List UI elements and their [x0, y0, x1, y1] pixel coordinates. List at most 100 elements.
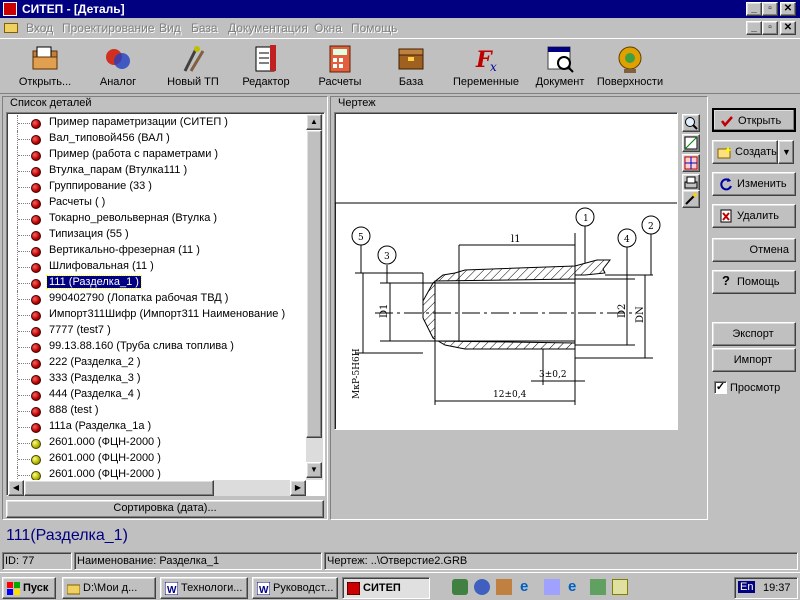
task-explorer[interactable]: D:\Мои д... [62, 577, 156, 599]
toolbar-calc-button[interactable]: Расчеты [310, 43, 370, 93]
list-item[interactable]: 2601.000 (ФЦН-2000 ) [7, 435, 307, 451]
export-button[interactable]: Экспорт [712, 322, 796, 346]
list-item[interactable]: 222 (Разделка_2 ) [7, 355, 307, 371]
parts-list-hscrollbar[interactable]: ◀ ▶ [8, 480, 306, 496]
balloon-3: 3 [384, 252, 390, 262]
menu-item-pomosch[interactable]: Помощь [351, 21, 397, 35]
menu-item-vhod[interactable]: Вход [26, 21, 53, 35]
list-item[interactable]: 444 (Разделка_4 ) [7, 387, 307, 403]
list-item[interactable]: 888 (test ) [7, 403, 307, 419]
quicklaunch-icon-3[interactable] [496, 579, 512, 595]
ie-icon[interactable]: e [520, 579, 536, 595]
quicklaunch-icon-8[interactable] [612, 579, 628, 595]
zoom-tool-button[interactable] [682, 114, 700, 132]
list-item[interactable]: Импорт311Шифр (Импорт311 Наименование ) [7, 307, 307, 323]
parts-list[interactable]: Пример параметризации (СИТЕП ) Вал_типово… [6, 112, 325, 496]
toolbar-analog-button[interactable]: Аналог [88, 43, 148, 93]
new-tp-icon [177, 43, 209, 75]
toolbar-vars-button[interactable]: Fx Переменные [448, 43, 524, 93]
view-tool-button[interactable] [682, 134, 700, 152]
list-item[interactable]: Токарно_револьверная (Втулка ) [7, 211, 307, 227]
list-item[interactable]: Типизация (55 ) [7, 227, 307, 243]
list-item[interactable]: Пример (работа с параметрами ) [7, 147, 307, 163]
cancel-button[interactable]: Отмена [712, 238, 796, 262]
create-dropdown-button[interactable]: ▼ [778, 140, 794, 164]
list-item-label: 2601.000 (ФЦН-2000 ) [49, 452, 161, 464]
grid-tool-button[interactable] [682, 154, 700, 172]
hscroll-thumb[interactable] [24, 480, 214, 496]
status-dot-icon [31, 247, 41, 257]
task-word-guide[interactable]: W Руководст... [252, 577, 338, 599]
scroll-up-button[interactable]: ▲ [306, 114, 322, 130]
child-minimize-button[interactable]: _ [746, 21, 762, 35]
word-doc-icon: W [257, 582, 270, 595]
status-dot-icon [31, 407, 41, 417]
list-item-label: Втулка_парам (Втулка111 ) [49, 164, 188, 176]
menu-item-baza[interactable]: База [191, 21, 218, 35]
menu-item-proektirovanie[interactable]: Проектирование [62, 21, 155, 35]
task-word-tech[interactable]: W Технологи... [160, 577, 248, 599]
tree-connector [17, 115, 31, 131]
maximize-button[interactable]: ▫ [762, 2, 778, 16]
toolbar-db-button[interactable]: База [386, 43, 436, 93]
drawing-canvas[interactable]: 5 3 1 4 2 l1 D1 D2 DN MкP-5H6H 12±0,4 3±… [334, 112, 678, 430]
toolbar-new-tp-button[interactable]: Новый ТП [160, 43, 226, 93]
dim-l1: l1 [511, 234, 521, 245]
quicklaunch-icon-5[interactable] [544, 579, 560, 595]
language-indicator[interactable]: En [738, 581, 756, 593]
list-item-label: 2601.000 (ФЦН-2000 ) [49, 436, 161, 448]
child-restore-button[interactable]: ▫ [762, 21, 778, 35]
scroll-thumb[interactable] [306, 130, 322, 438]
list-item[interactable]: Вертикально-фрезерная (11 ) [7, 243, 307, 259]
delete-button[interactable]: Удалить [712, 204, 796, 228]
import-button[interactable]: Импорт [712, 348, 796, 372]
refresh-icon [720, 178, 732, 191]
help-button[interactable]: ? Помощь [712, 270, 796, 294]
menu-item-vid[interactable]: Вид [159, 21, 181, 35]
toolbar-open-button[interactable]: Открыть... [10, 43, 80, 93]
sort-button[interactable]: Сортировка (дата)... [6, 500, 324, 518]
menu-item-okna[interactable]: Окна [314, 21, 342, 35]
toolbar-editor-button[interactable]: Редактор [236, 43, 296, 93]
edit-button[interactable]: Изменить [712, 172, 796, 196]
list-item[interactable]: Расчеты ( ) [7, 195, 307, 211]
list-item[interactable]: 990402790 (Лопатка рабочая ТВД ) [7, 291, 307, 307]
list-item[interactable]: Вал_типовой456 (ВАЛ ) [7, 131, 307, 147]
task-sitep[interactable]: СИТЕП [342, 577, 430, 599]
wand-tool-button[interactable] [682, 190, 700, 208]
scroll-left-button[interactable]: ◀ [8, 480, 24, 496]
quicklaunch-icon-1[interactable] [452, 579, 468, 595]
list-item[interactable]: 2601.000 (ФЦН-2000 ) [7, 451, 307, 467]
minimize-button[interactable]: _ [746, 2, 762, 16]
toolbar-surfaces-button[interactable]: Поверхности [594, 43, 666, 93]
tree-connector [17, 371, 31, 387]
menu-item-dokumentaciya[interactable]: Документация [228, 21, 308, 35]
status-dot-icon [31, 263, 41, 273]
list-item[interactable]: 7777 (test7 ) [7, 323, 307, 339]
toolbar-doc-button[interactable]: Документ [528, 43, 592, 93]
parts-list-vscrollbar[interactable]: ▲ ▼ [306, 114, 323, 480]
close-button[interactable]: ✕ [780, 2, 796, 16]
ie-icon-2[interactable]: e [568, 579, 584, 595]
start-button[interactable]: Пуск [2, 577, 56, 599]
list-item[interactable]: Втулка_парам (Втулка111 ) [7, 163, 307, 179]
create-button[interactable]: Создать [712, 140, 778, 164]
quicklaunch-icon-7[interactable] [590, 579, 606, 595]
app-icon[interactable] [3, 2, 17, 16]
list-item[interactable]: 99.13.88.160 (Труба слива топлива ) [7, 339, 307, 355]
child-close-button[interactable]: ✕ [780, 21, 796, 35]
list-item[interactable]: Группирование (33 ) [7, 179, 307, 195]
scroll-right-button[interactable]: ▶ [290, 480, 306, 496]
open-button[interactable]: Открыть [712, 108, 796, 132]
preview-checkbox[interactable]: ✓ [714, 381, 727, 394]
list-item[interactable]: Пример параметризации (СИТЕП ) [7, 115, 307, 131]
list-item[interactable]: 111 (Разделка_1 ) [7, 275, 307, 291]
list-item[interactable]: 333 (Разделка_3 ) [7, 371, 307, 387]
list-item[interactable]: Шлифовальная (11 ) [7, 259, 307, 275]
word-doc-icon: W [165, 582, 178, 595]
list-item-label: 222 (Разделка_2 ) [49, 356, 141, 368]
clock[interactable]: 19:37 [763, 582, 791, 594]
list-item[interactable]: 111a (Разделка_1a ) [7, 419, 307, 435]
quicklaunch-icon-2[interactable] [474, 579, 490, 595]
scroll-down-button[interactable]: ▼ [306, 462, 322, 478]
